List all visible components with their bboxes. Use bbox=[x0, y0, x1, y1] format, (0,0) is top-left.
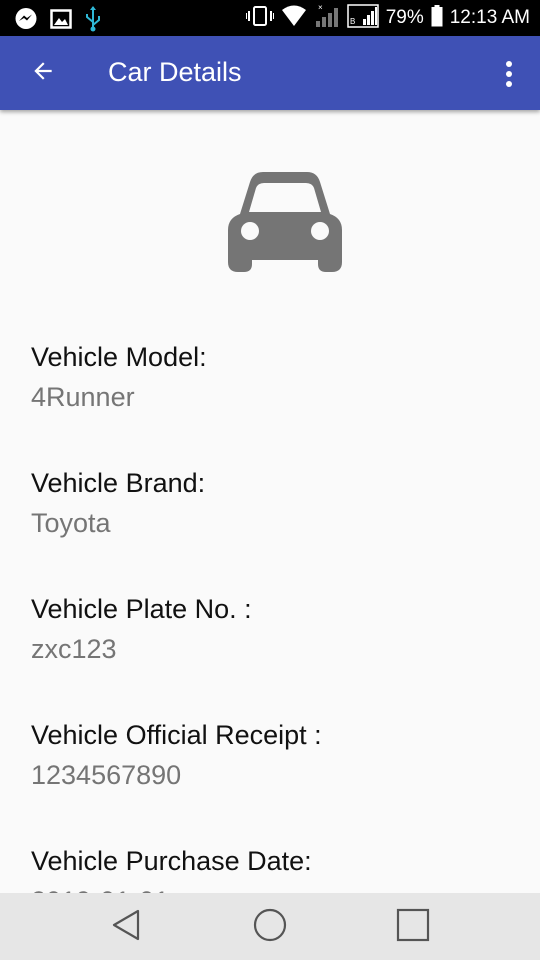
car-icon bbox=[228, 170, 342, 272]
signal-empty-icon: × bbox=[314, 3, 340, 34]
wifi-icon bbox=[281, 5, 307, 32]
field-vehicle-plate: Vehicle Plate No. : zxc123 bbox=[31, 593, 252, 665]
field-label: Vehicle Purchase Date: bbox=[31, 846, 312, 876]
field-label: Vehicle Official Receipt : bbox=[31, 720, 322, 750]
field-vehicle-receipt: Vehicle Official Receipt : 1234567890 bbox=[31, 719, 322, 791]
recents-square-icon bbox=[396, 908, 430, 947]
car-details-content[interactable]: Vehicle Model: 4Runner Vehicle Brand: To… bbox=[0, 110, 540, 893]
signal-lte-icon: B bbox=[346, 3, 379, 34]
field-value: 2019-01-01 bbox=[31, 885, 312, 893]
back-button[interactable] bbox=[22, 52, 64, 94]
nav-back-button[interactable] bbox=[106, 907, 146, 947]
arrow-back-icon bbox=[30, 58, 56, 89]
more-vert-icon bbox=[506, 61, 512, 67]
field-value: zxc123 bbox=[31, 634, 117, 664]
field-value: 4Runner bbox=[31, 382, 135, 412]
field-vehicle-brand: Vehicle Brand: Toyota bbox=[31, 467, 205, 539]
overflow-menu-button[interactable] bbox=[496, 54, 522, 94]
field-label: Vehicle Model: bbox=[31, 342, 207, 372]
back-triangle-icon bbox=[110, 908, 142, 947]
field-value: 1234567890 bbox=[31, 760, 182, 790]
home-circle-icon bbox=[252, 907, 288, 948]
usb-icon bbox=[84, 6, 102, 37]
app-bar: Car Details bbox=[0, 36, 540, 110]
system-nav-bar bbox=[0, 893, 540, 960]
vibrate-icon bbox=[244, 5, 275, 32]
field-value: Toyota bbox=[31, 508, 111, 538]
messenger-icon bbox=[14, 7, 38, 36]
svg-text:×: × bbox=[318, 3, 323, 12]
battery-icon bbox=[431, 4, 443, 32]
status-time: 12:13 AM bbox=[449, 7, 530, 28]
field-label: Vehicle Plate No. : bbox=[31, 594, 252, 624]
field-label: Vehicle Brand: bbox=[31, 468, 206, 498]
nav-home-button[interactable] bbox=[250, 907, 290, 947]
svg-text:B: B bbox=[350, 17, 355, 26]
field-vehicle-model: Vehicle Model: 4Runner bbox=[31, 341, 207, 413]
nav-recents-button[interactable] bbox=[393, 907, 433, 947]
battery-percent: 79% bbox=[385, 7, 424, 28]
status-bar: × B 79% 12:13 AM bbox=[0, 0, 540, 36]
field-vehicle-purchase-date: Vehicle Purchase Date: 2019-01-01 bbox=[31, 845, 312, 893]
page-title: Car Details bbox=[108, 57, 242, 87]
gallery-icon bbox=[50, 8, 72, 35]
